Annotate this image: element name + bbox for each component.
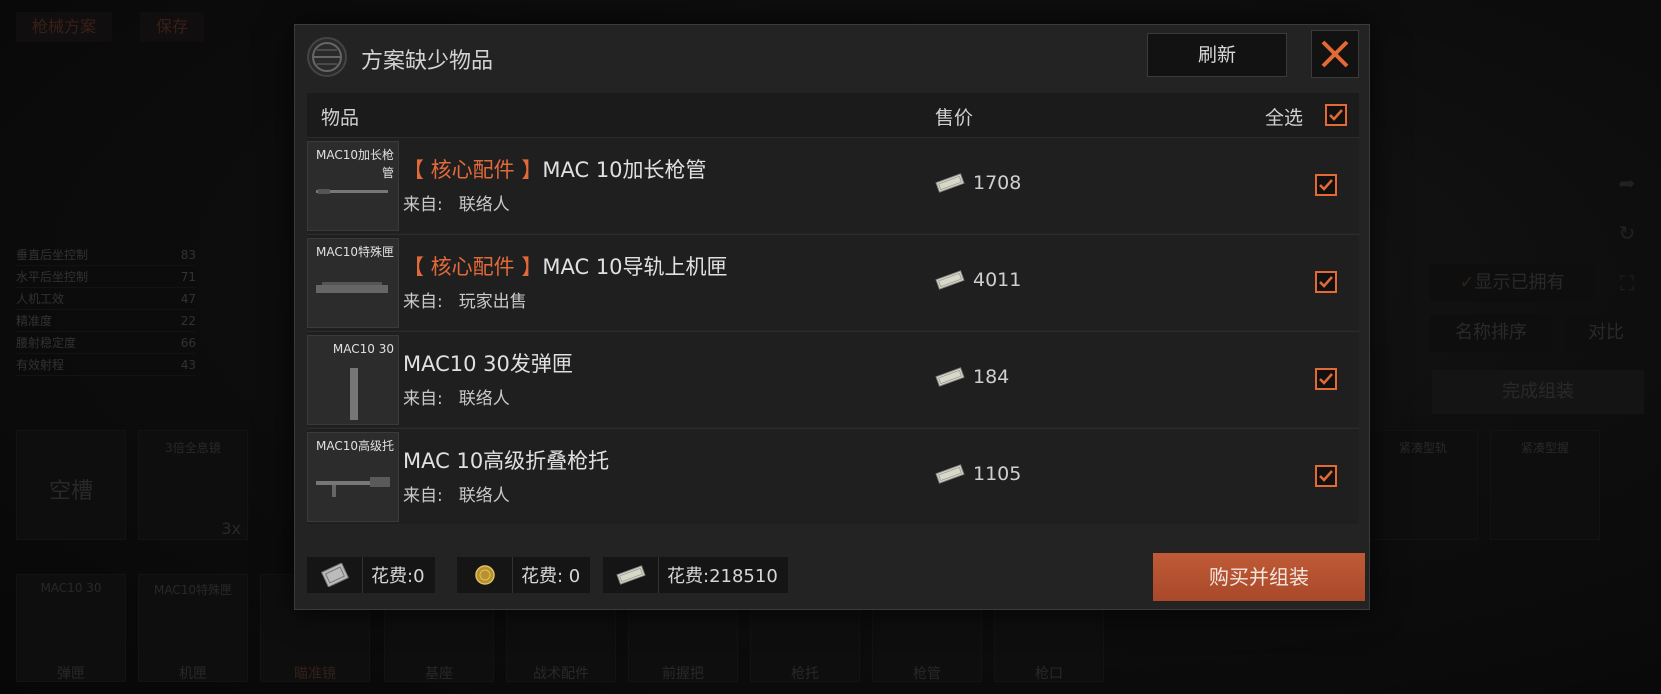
coin-icon xyxy=(474,565,495,585)
checkmark-icon xyxy=(1319,276,1333,288)
select-all-checkbox[interactable] xyxy=(1325,104,1347,126)
close-button[interactable] xyxy=(1311,30,1359,78)
item-checkbox[interactable] xyxy=(1315,368,1337,390)
checkmark-icon xyxy=(1329,109,1343,121)
checkmark-icon xyxy=(1319,373,1333,385)
voucher-cost: 花费:0 xyxy=(307,557,435,593)
item-checkbox[interactable] xyxy=(1315,465,1337,487)
item-row[interactable]: MAC10 30 MAC10 30发弹匣 来自: 联络人 184 xyxy=(307,331,1359,427)
item-checkbox[interactable] xyxy=(1315,174,1337,196)
stock-icon xyxy=(316,477,390,497)
select-all-label: 全选 xyxy=(1265,107,1304,129)
item-name: MAC10 30发弹匣 xyxy=(403,352,573,376)
cash-icon xyxy=(935,173,965,193)
coin-cost: 花费: 0 xyxy=(457,557,591,593)
dialog-title: 方案缺少物品 xyxy=(361,49,494,74)
missing-items-dialog: 方案缺少物品 刷新 物品 售价 全选 MAC10加长枪管 【 核心配件 】MAC… xyxy=(294,24,1370,610)
checkmark-icon xyxy=(1319,470,1333,482)
globe-logo-icon xyxy=(307,37,347,77)
table-header: 物品 售价 全选 xyxy=(307,93,1359,137)
barrel-icon xyxy=(316,189,388,194)
item-thumbnail: MAC10 30 xyxy=(307,335,399,425)
cash-icon xyxy=(615,565,646,585)
item-price: 4011 xyxy=(935,269,1021,291)
checkmark-icon xyxy=(1319,179,1333,191)
item-thumbnail: MAC10高级托 xyxy=(307,432,399,522)
cash-icon xyxy=(935,464,965,484)
cash-cost: 花费:218510 xyxy=(603,557,788,593)
column-item: 物品 xyxy=(321,107,360,129)
refresh-button[interactable]: 刷新 xyxy=(1147,33,1287,77)
item-price: 1708 xyxy=(935,172,1021,194)
column-price: 售价 xyxy=(935,107,974,129)
close-icon xyxy=(1321,40,1349,68)
dialog-footer: 花费:0 花费: 0 花费:218510 购买并组装 xyxy=(307,553,1365,601)
dialog-header: 方案缺少物品 刷新 xyxy=(295,25,1369,87)
magazine-icon xyxy=(350,368,358,420)
cash-icon xyxy=(935,367,965,387)
item-price: 184 xyxy=(935,366,1009,388)
item-source: 来自: 联络人 xyxy=(403,486,510,506)
item-row[interactable]: MAC10特殊匣 【 核心配件 】MAC 10导轨上机匣 来自: 玩家出售 401… xyxy=(307,234,1359,330)
item-row[interactable]: MAC10高级托 MAC 10高级折叠枪托 来自: 联络人 1105 xyxy=(307,428,1359,524)
item-row[interactable]: MAC10加长枪管 【 核心配件 】MAC 10加长枪管 来自: 联络人 1708 xyxy=(307,137,1359,233)
item-source: 来自: 玩家出售 xyxy=(403,292,527,312)
voucher-icon xyxy=(320,563,349,587)
item-source: 来自: 联络人 xyxy=(403,195,510,215)
item-price: 1105 xyxy=(935,463,1021,485)
item-checkbox[interactable] xyxy=(1315,271,1337,293)
cash-icon xyxy=(935,270,965,290)
item-name: MAC 10高级折叠枪托 xyxy=(403,449,610,473)
item-thumbnail: MAC10特殊匣 xyxy=(307,238,399,328)
buy-and-assemble-button[interactable]: 购买并组装 xyxy=(1153,553,1365,601)
item-source: 来自: 联络人 xyxy=(403,389,510,409)
item-name: 【 核心配件 】MAC 10加长枪管 xyxy=(403,158,707,182)
item-thumbnail: MAC10加长枪管 xyxy=(307,141,399,231)
item-name: 【 核心配件 】MAC 10导轨上机匣 xyxy=(403,255,728,279)
receiver-icon xyxy=(316,282,388,293)
